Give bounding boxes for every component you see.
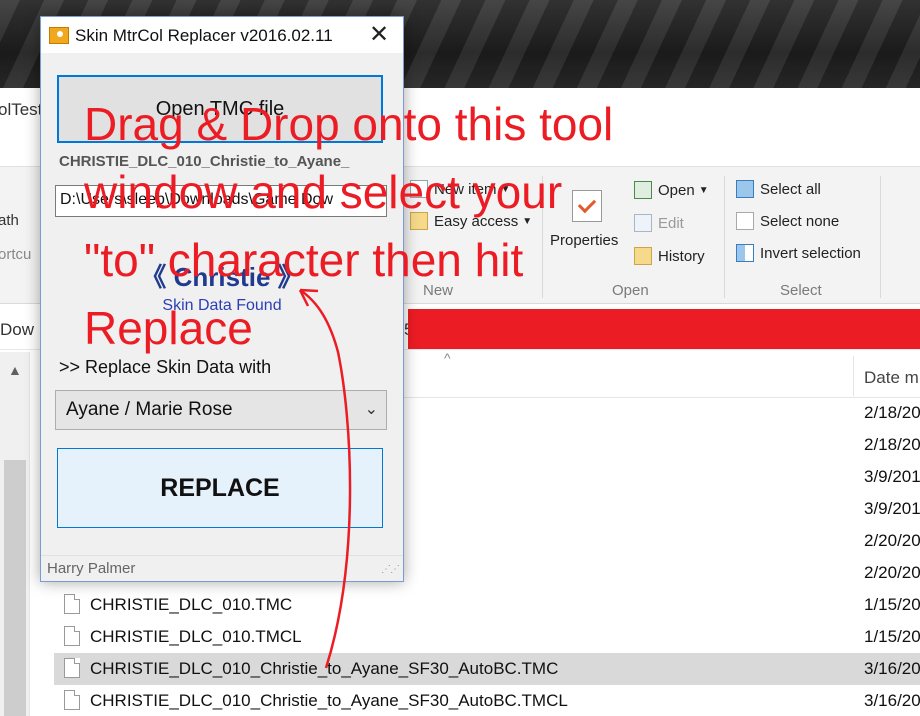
file-date: 2/18/20 xyxy=(864,435,920,454)
close-icon[interactable]: ✕ xyxy=(359,21,399,49)
select-none-label: Select none xyxy=(760,212,840,230)
file-icon xyxy=(64,594,80,614)
file-icon xyxy=(64,690,80,710)
file-icon xyxy=(64,658,80,678)
table-row[interactable]: CHRISTIE_DLC_010.TMCL 1/15/20 xyxy=(54,621,920,653)
file-date: 3/9/201 xyxy=(864,499,920,518)
table-row[interactable]: CHRISTIE_DLC_010_Christie_to_Ayane_SF30_… xyxy=(54,685,920,716)
table-row[interactable]: CHRISTIE_DLC_010_Christie_to_Ayane_SF30_… xyxy=(54,653,920,685)
annotation-text: Drag & Drop onto this tool window and se… xyxy=(84,90,704,362)
select-none-icon xyxy=(736,212,754,230)
screenshot-root: { "tool": { "title": "Skin MtrCol Replac… xyxy=(0,0,920,716)
selected-target-value: Ayane / Marie Rose xyxy=(66,399,233,420)
replace-button[interactable]: REPLACE xyxy=(57,448,383,528)
file-date: 3/9/201 xyxy=(864,467,920,486)
file-date: 2/18/20 xyxy=(864,403,920,422)
ribbon-divider xyxy=(880,176,881,298)
file-date: 3/16/20 xyxy=(864,659,920,678)
scrollbar-thumb[interactable] xyxy=(4,460,26,716)
ribbon-group-select: Select xyxy=(780,282,822,299)
select-all-button[interactable]: Select all xyxy=(736,180,821,198)
tool-status-bar: Harry Palmer ⋰⋰ xyxy=(41,555,403,581)
annotation-line: "to" character then hit xyxy=(84,234,524,286)
tool-titlebar[interactable]: Skin MtrCol Replacer v2016.02.11 ✕ xyxy=(41,17,403,53)
invert-selection-icon xyxy=(736,244,754,262)
chevron-down-icon: ⌄ xyxy=(364,401,378,418)
select-all-label: Select all xyxy=(760,180,821,198)
column-header-date[interactable]: Date m xyxy=(864,368,919,388)
select-none-button[interactable]: Select none xyxy=(736,212,839,230)
app-icon xyxy=(49,27,69,44)
file-name: CHRISTIE_DLC_010.TMC xyxy=(90,595,293,614)
file-date: 3/16/20 xyxy=(864,691,920,710)
annotation-line: window and select your xyxy=(84,166,563,218)
file-date: 2/20/20 xyxy=(864,563,920,582)
invert-selection-label: Invert selection xyxy=(760,244,861,262)
file-icon xyxy=(64,626,80,646)
file-date: 2/20/20 xyxy=(864,531,920,550)
column-divider xyxy=(853,356,854,396)
author-label: Harry Palmer xyxy=(47,560,136,577)
ribbon-divider xyxy=(724,176,725,298)
ribbon-fragment-shortcut[interactable]: ortcu xyxy=(0,246,31,263)
table-row[interactable]: CHRISTIE_DLC_010.TMC 1/15/20 xyxy=(54,589,920,621)
file-name: CHRISTIE_DLC_010_Christie_to_Ayane_SF30_… xyxy=(90,691,568,710)
annotation-line: Replace xyxy=(84,302,253,354)
annotation-line: Drag & Drop onto this tool xyxy=(84,98,614,150)
target-character-select[interactable]: Ayane / Marie Rose ⌄ xyxy=(55,390,387,430)
select-all-icon xyxy=(736,180,754,198)
resize-grip-icon[interactable]: ⋰⋰ xyxy=(381,564,400,575)
file-date: 1/15/20 xyxy=(864,627,920,646)
ribbon-fragment-path[interactable]: ath xyxy=(0,212,19,229)
scroll-up-icon[interactable]: ▲ xyxy=(8,362,22,378)
explorer-title-fragment: olTest xyxy=(0,100,43,119)
address-fragment[interactable]: Dow xyxy=(0,320,34,340)
tool-title: Skin MtrCol Replacer v2016.02.11 xyxy=(75,26,333,45)
invert-selection-button[interactable]: Invert selection xyxy=(736,244,861,262)
file-date: 1/15/20 xyxy=(864,595,920,614)
file-name: CHRISTIE_DLC_010.TMCL xyxy=(90,627,302,646)
file-name: CHRISTIE_DLC_010_Christie_to_Ayane_SF30_… xyxy=(90,659,559,678)
